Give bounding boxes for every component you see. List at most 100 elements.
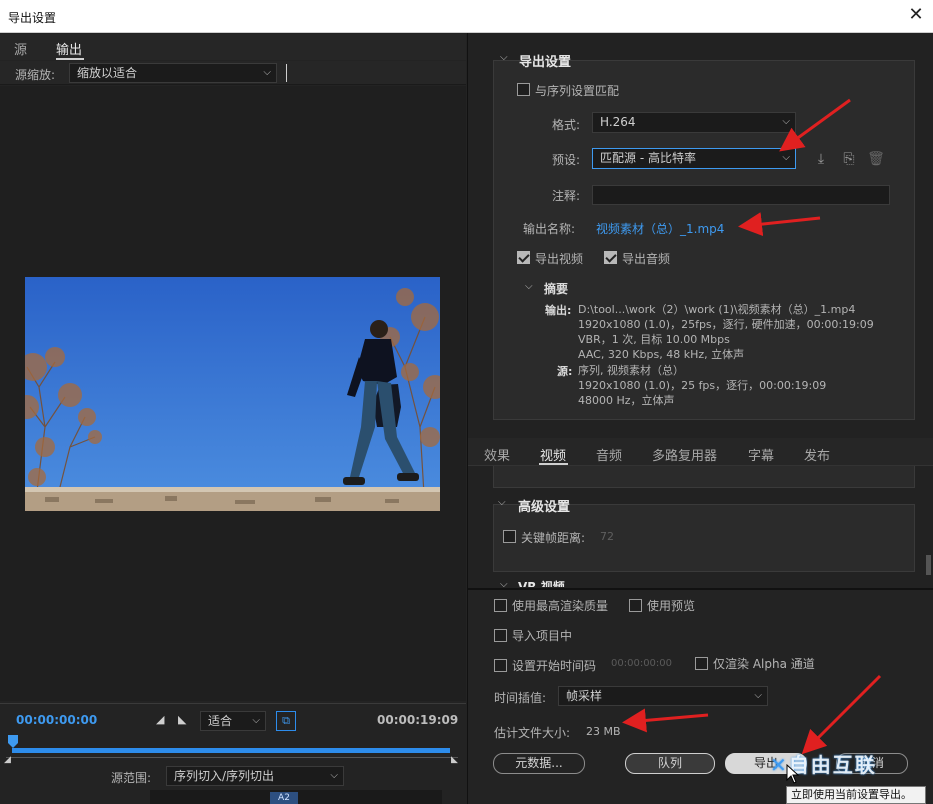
file-size-value: 23 MB [586,725,621,738]
chevron-down-icon: ⌵ [263,67,271,78]
tab-effects[interactable]: 效果 [484,445,510,464]
source-range-value: 序列切入/序列切出 [174,769,275,783]
crop-icon[interactable]: ⧉ [276,711,296,731]
summary-output-line: D:\tool...\work（2）\work (1)\视频素材（总）_1.mp… [578,303,856,316]
use-previews-checkbox[interactable] [629,598,642,612]
export-audio-label: 导出音频 [622,252,671,266]
output-name-link[interactable]: 视频素材（总）_1.mp4 [596,220,724,237]
start-timecode[interactable]: 00:00:00:00 [16,713,97,727]
timeline-ruler [6,757,458,758]
cursor-icon [786,763,800,784]
render-alpha-checkbox[interactable] [695,656,708,670]
export-audio-checkbox[interactable] [604,250,617,264]
playhead-icon[interactable] [8,735,18,749]
tab-video[interactable]: 视频 [540,445,566,464]
preset-dropdown[interactable]: 匹配源 - 高比特率 ⌵ [592,148,796,169]
source-scale-value: 缩放以适合 [77,66,138,80]
keyframe-distance-value[interactable]: 72 [600,530,614,543]
export-settings-title: 导出设置 [519,55,572,70]
chevron-down-icon: ⌵ [252,715,260,726]
toolbar-divider [286,64,287,82]
max-render-quality-label: 使用最高渲染质量 [512,599,609,613]
track-badge: A2 [270,792,298,804]
download-preset-icon[interactable]: ⤓ [812,150,830,168]
match-sequence-label: 与序列设置匹配 [535,84,620,98]
import-preset-icon[interactable]: ⎘ [840,150,858,168]
summary-output-line: 1920x1080 (1.0)，25fps，逐行, 硬件加速，00:00:19:… [578,318,874,331]
set-start-timecode-label: 设置开始时间码 [512,659,597,673]
export-tooltip: 立即使用当前设置导出。 [786,786,926,804]
active-tab-indicator [539,463,568,465]
chevron-down-icon: ⌵ [754,690,762,701]
chevron-down-icon: ⌵ [782,152,790,163]
source-scale-label: 源缩放: [15,68,56,82]
chevron-down-icon: ⌵ [782,116,790,127]
export-video-checkbox[interactable] [517,250,530,264]
chevron-down-icon[interactable]: ⌵ [500,52,508,63]
tab-audio[interactable]: 音频 [596,445,622,464]
tab-source[interactable]: 源 [14,39,27,58]
render-alpha-label: 仅渲染 Alpha 通道 [713,657,815,671]
watermark-text: 自由互联 [788,753,877,777]
summary-output-key: 输出: [545,304,572,317]
summary-title: 摘要 [544,282,569,296]
format-dropdown[interactable]: H.264 ⌵ [592,112,796,133]
advanced-settings-title: 高级设置 [518,500,571,515]
timeline-range-bar[interactable] [12,748,450,753]
tab-multiplexer[interactable]: 多路复用器 [652,445,717,464]
summary-source: 序列, 视频素材（总） 1920x1080 (1.0)，25 fps，逐行，00… [578,363,826,408]
source-range-dropdown[interactable]: 序列切入/序列切出 ⌵ [166,766,344,786]
source-range-label: 源范围: [111,771,152,785]
fit-value: 适合 [208,714,233,728]
format-label: 格式: [552,118,581,132]
export-video-label: 导出视频 [535,252,584,266]
chevron-down-icon[interactable]: ⌵ [525,281,533,292]
max-render-quality-checkbox[interactable] [494,598,507,612]
output-name-label: 输出名称: [523,222,576,236]
comment-label: 注释: [552,189,581,203]
time-interpolation-label: 时间插值: [494,691,547,705]
tab-output[interactable]: 输出 [56,39,82,58]
time-interpolation-value: 帧采样 [566,689,603,703]
summary-output-line: AAC, 320 Kbps, 48 kHz, 立体声 [578,348,745,361]
mark-out-icon[interactable]: ◣ [178,713,186,726]
vr-video-title: VR 视频 [518,580,565,587]
summary-output: D:\tool...\work（2）\work (1)\视频素材（总）_1.mp… [578,302,874,362]
time-interpolation-dropdown[interactable]: 帧采样 ⌵ [558,686,768,706]
mark-in-icon[interactable]: ◢ [156,713,164,726]
summary-source-key: 源: [557,365,573,378]
tab-publish[interactable]: 发布 [804,445,830,464]
tab-captions[interactable]: 字幕 [748,445,774,464]
scrollbar-thumb[interactable] [926,555,931,575]
preset-value: 匹配源 - 高比特率 [600,151,696,165]
title-bar: 导出设置 ✕ [0,0,933,33]
queue-button[interactable]: 队列 [625,753,715,774]
range-start-handle[interactable]: ◢ [4,755,11,765]
summary-source-line: 序列, 视频素材（总） [578,364,684,377]
import-into-project-label: 导入项目中 [512,629,573,643]
keyframe-distance-checkbox[interactable] [503,529,516,543]
trash-icon[interactable]: 🗑 [867,150,885,168]
keyframe-distance-label: 关键帧距离: [521,531,586,545]
close-icon[interactable]: ✕ [905,4,927,26]
source-scale-dropdown[interactable]: 缩放以适合 ⌵ [69,63,277,83]
chevron-down-icon[interactable]: ⌵ [498,497,506,508]
fit-dropdown[interactable]: 适合 ⌵ [200,711,266,731]
set-start-timecode-checkbox[interactable] [494,658,507,672]
preset-label: 预设: [552,153,581,167]
import-into-project-checkbox[interactable] [494,628,507,642]
window-title: 导出设置 [8,11,57,25]
summary-output-line: VBR，1 次, 目标 10.00 Mbps [578,333,730,346]
video-preview [25,277,440,511]
summary-source-line: 48000 Hz，立体声 [578,394,675,407]
metadata-button[interactable]: 元数据... [493,753,585,774]
match-sequence-checkbox[interactable] [517,82,530,96]
summary-source-line: 1920x1080 (1.0)，25 fps，逐行，00:00:19:09 [578,379,827,392]
start-timecode-value[interactable]: 00:00:00:00 [611,658,672,669]
chevron-down-icon: ⌵ [330,770,338,781]
range-end-handle[interactable]: ◣ [451,755,458,765]
use-previews-label: 使用预览 [647,599,696,613]
active-tab-indicator [56,58,84,60]
comment-input[interactable] [592,185,890,205]
previous-section-tail [493,466,915,488]
